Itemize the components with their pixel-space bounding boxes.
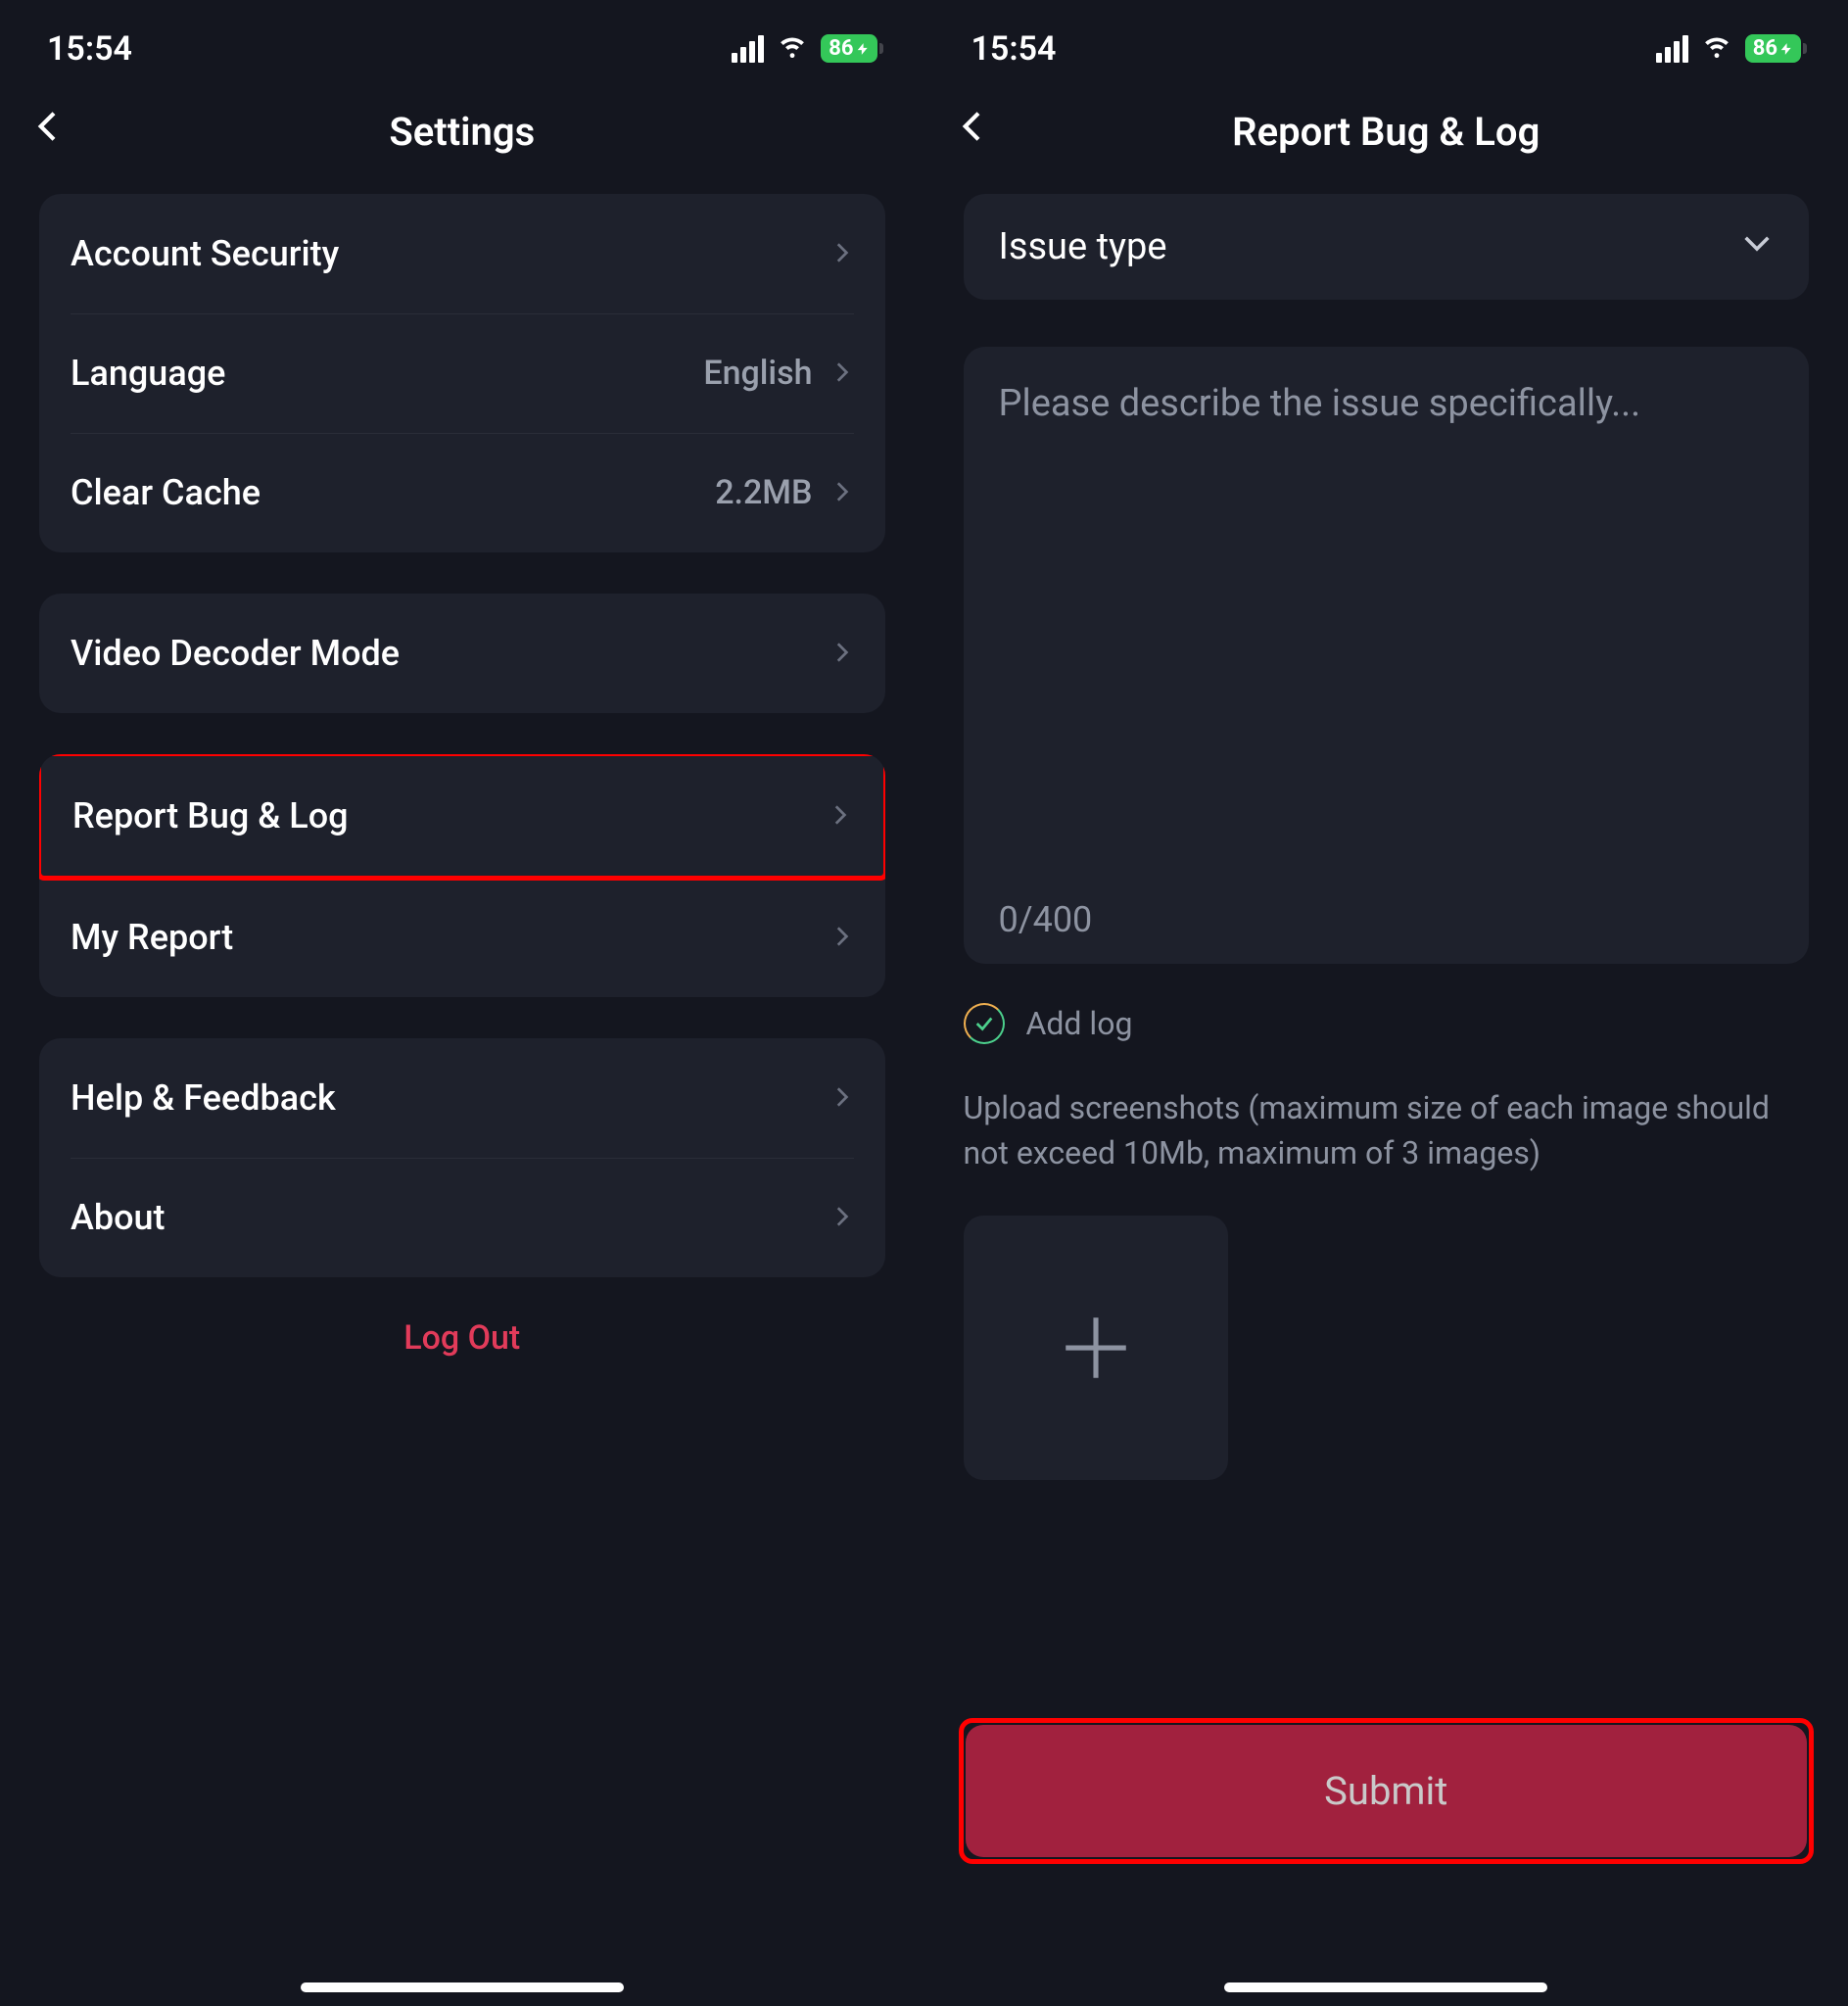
wifi-icon — [776, 27, 809, 70]
home-indicator[interactable] — [1224, 1982, 1547, 1992]
home-indicator[interactable] — [301, 1982, 624, 1992]
back-button[interactable] — [954, 107, 993, 150]
row-label: Clear Cache — [71, 472, 261, 513]
row-label: Language — [71, 353, 225, 394]
battery-badge: 86 — [1745, 34, 1801, 63]
char-counter: 0/400 — [999, 899, 1775, 940]
row-video-decoder[interactable]: Video Decoder Mode — [39, 594, 885, 713]
add-log-toggle[interactable]: Add log — [964, 1003, 1810, 1044]
row-help-feedback[interactable]: Help & Feedback — [39, 1038, 885, 1158]
signal-icon — [1656, 35, 1688, 63]
status-right: 86 — [1656, 27, 1801, 70]
highlight-box: Report Bug & Log — [39, 754, 885, 881]
highlight-box: Submit — [959, 1718, 1815, 1864]
chevron-right-icon — [829, 917, 854, 958]
settings-group: Account Security Language English Clear … — [39, 194, 885, 552]
settings-content: Account Security Language English Clear … — [0, 194, 924, 2006]
row-label: About — [71, 1197, 166, 1238]
settings-group: Video Decoder Mode — [39, 594, 885, 713]
back-button[interactable] — [29, 107, 69, 150]
row-report-bug[interactable]: Report Bug & Log — [41, 756, 883, 876]
status-time: 15:54 — [971, 29, 1057, 69]
chevron-right-icon — [829, 1197, 854, 1238]
status-bar: 15:54 86 — [924, 0, 1848, 79]
row-label: Account Security — [71, 233, 339, 274]
report-content: Issue type Please describe the issue spe… — [924, 194, 1848, 2006]
settings-group: Help & Feedback About — [39, 1038, 885, 1277]
row-value: 2.2MB — [715, 473, 812, 512]
page-title: Settings — [389, 109, 535, 155]
add-log-label: Add log — [1026, 1005, 1133, 1042]
row-about[interactable]: About — [39, 1158, 885, 1277]
submit-button[interactable]: Submit — [966, 1725, 1808, 1857]
issue-type-select[interactable]: Issue type — [964, 194, 1810, 300]
settings-screen: 15:54 86 Settings Account Security Langu… — [0, 0, 924, 2006]
check-circle-icon — [964, 1003, 1005, 1044]
row-my-report[interactable]: My Report — [39, 878, 885, 997]
plus-icon — [1056, 1308, 1136, 1388]
wifi-icon — [1700, 27, 1733, 70]
signal-icon — [732, 35, 764, 63]
row-clear-cache[interactable]: Clear Cache 2.2MB — [39, 433, 885, 552]
chevron-right-icon — [829, 353, 854, 394]
description-textarea[interactable]: Please describe the issue specifically..… — [964, 347, 1810, 964]
battery-badge: 86 — [821, 34, 877, 63]
row-label: Report Bug & Log — [72, 795, 349, 836]
report-bug-screen: 15:54 86 Report Bug & Log Issue type Ple… — [924, 0, 1848, 2006]
settings-group: Report Bug & Log My Report — [39, 754, 885, 997]
status-time: 15:54 — [47, 29, 132, 69]
upload-hint: Upload screenshots (maximum size of each… — [964, 1085, 1810, 1176]
chevron-right-icon — [827, 795, 852, 836]
status-right: 86 — [732, 27, 877, 70]
upload-screenshot-button[interactable] — [964, 1216, 1228, 1480]
row-language[interactable]: Language English — [39, 313, 885, 433]
description-placeholder: Please describe the issue specifically..… — [999, 382, 1775, 425]
chevron-down-icon — [1740, 225, 1774, 268]
row-account-security[interactable]: Account Security — [39, 194, 885, 313]
row-label: Help & Feedback — [71, 1077, 336, 1119]
submit-wrap: Submit — [964, 1723, 1810, 2006]
nav-header: Report Bug & Log — [924, 79, 1848, 194]
chevron-right-icon — [829, 472, 854, 513]
row-label: Video Decoder Mode — [71, 633, 400, 674]
logout-button[interactable]: Log Out — [39, 1318, 885, 1397]
chevron-right-icon — [829, 1077, 854, 1119]
page-title: Report Bug & Log — [1232, 109, 1540, 155]
row-label: My Report — [71, 917, 233, 958]
status-bar: 15:54 86 — [0, 0, 924, 79]
issue-type-label: Issue type — [999, 225, 1167, 268]
chevron-right-icon — [829, 633, 854, 674]
row-value: English — [703, 354, 812, 393]
nav-header: Settings — [0, 79, 924, 194]
chevron-right-icon — [829, 233, 854, 274]
